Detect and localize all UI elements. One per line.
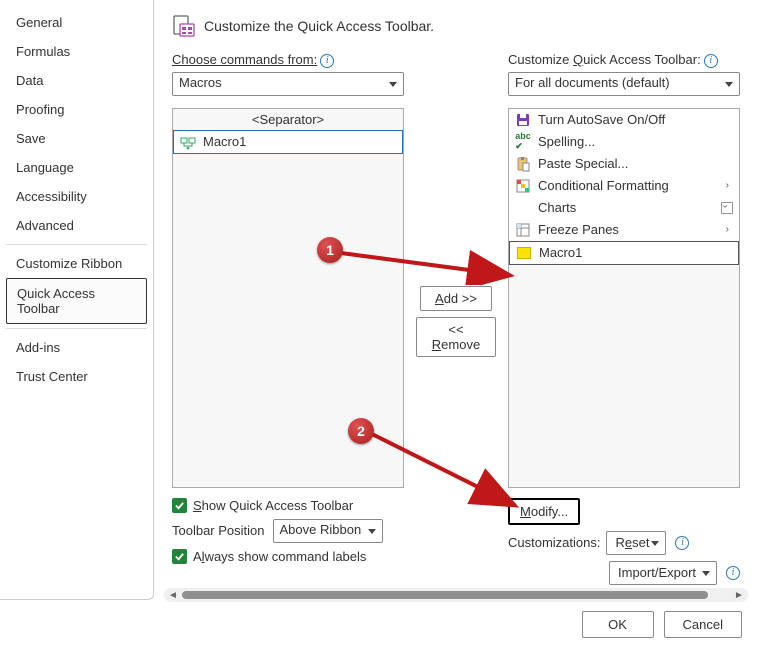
- always-show-label: Always show command labels: [193, 549, 366, 564]
- scroll-thumb[interactable]: [182, 591, 708, 599]
- sidebar-item-trust-center[interactable]: Trust Center: [6, 362, 147, 391]
- conditional-formatting-icon: [515, 178, 531, 194]
- import-export-dropdown[interactable]: Import/Export: [609, 561, 717, 585]
- divider: [6, 328, 147, 329]
- cancel-button[interactable]: Cancel: [664, 611, 742, 638]
- customize-qat-dropdown[interactable]: For all documents (default): [508, 72, 740, 96]
- toolbar-position-label: Toolbar Position: [172, 523, 265, 538]
- sidebar-item-save[interactable]: Save: [6, 124, 147, 153]
- sidebar-item-qat[interactable]: Quick Access Toolbar: [6, 278, 147, 324]
- main-panel: Customize the Quick Access Toolbar. Choo…: [154, 0, 758, 600]
- sidebar-item-formulas[interactable]: Formulas: [6, 37, 147, 66]
- info-icon[interactable]: i: [320, 54, 334, 68]
- info-icon[interactable]: i: [726, 566, 740, 580]
- reset-dropdown[interactable]: Reset: [606, 531, 666, 555]
- autosave-icon: [515, 112, 531, 128]
- choose-commands-dropdown[interactable]: Macros: [172, 72, 404, 96]
- sidebar: General Formulas Data Proofing Save Lang…: [0, 0, 154, 600]
- list-item[interactable]: Conditional Formatting ›: [509, 175, 739, 197]
- list-item[interactable]: Paste Special...: [509, 153, 739, 175]
- dialog-footer: OK Cancel: [582, 611, 742, 638]
- sidebar-item-language[interactable]: Language: [6, 153, 147, 182]
- blank-icon: [515, 200, 531, 216]
- sidebar-item-accessibility[interactable]: Accessibility: [6, 182, 147, 211]
- macro-icon: [180, 134, 196, 150]
- macro-yellow-icon: [516, 245, 532, 261]
- ok-button[interactable]: OK: [582, 611, 654, 638]
- paste-icon: [515, 156, 531, 172]
- chevron-right-icon: ›: [726, 180, 733, 191]
- spelling-icon: abc✔: [515, 134, 531, 150]
- sidebar-item-general[interactable]: General: [6, 8, 147, 37]
- sidebar-item-proofing[interactable]: Proofing: [6, 95, 147, 124]
- toolbar-position-dropdown[interactable]: Above Ribbon: [273, 519, 383, 543]
- qat-header-icon: [172, 14, 196, 38]
- sidebar-item-advanced[interactable]: Advanced: [6, 211, 147, 240]
- sidebar-item-data[interactable]: Data: [6, 66, 147, 95]
- list-item-macro1[interactable]: Macro1: [173, 130, 403, 154]
- list-item-macro1-right[interactable]: Macro1: [509, 241, 739, 265]
- chevron-right-icon: ›: [726, 224, 733, 235]
- add-button[interactable]: Add >>: [420, 286, 492, 311]
- info-icon[interactable]: i: [704, 54, 718, 68]
- always-show-checkbox[interactable]: [172, 549, 187, 564]
- horizontal-scrollbar[interactable]: ◄ ►: [164, 588, 748, 602]
- list-item[interactable]: Charts: [509, 197, 739, 219]
- sidebar-item-addins[interactable]: Add-ins: [6, 333, 147, 362]
- list-item[interactable]: abc✔ Spelling...: [509, 131, 739, 153]
- info-icon[interactable]: i: [675, 536, 689, 550]
- page-title: Customize the Quick Access Toolbar.: [204, 18, 434, 34]
- remove-button[interactable]: << Remove: [416, 317, 496, 357]
- sidebar-item-customize-ribbon[interactable]: Customize Ribbon: [6, 249, 147, 278]
- dropdown-box-icon: [721, 202, 733, 214]
- divider: [6, 244, 147, 245]
- qat-listbox[interactable]: Turn AutoSave On/Off abc✔ Spelling... Pa…: [508, 108, 740, 488]
- callout-2: 2: [348, 418, 374, 444]
- show-qat-label: Show Quick Access Toolbar: [193, 498, 353, 513]
- freeze-panes-icon: [515, 222, 531, 238]
- list-item[interactable]: Freeze Panes ›: [509, 219, 739, 241]
- customizations-label: Customizations:: [508, 535, 600, 550]
- list-item-separator[interactable]: <Separator>: [173, 109, 403, 130]
- customize-qat-label: Customize Quick Access Toolbar:i: [508, 52, 740, 68]
- scroll-left-arrow[interactable]: ◄: [166, 590, 180, 601]
- list-item[interactable]: Turn AutoSave On/Off: [509, 109, 739, 131]
- show-qat-checkbox[interactable]: [172, 498, 187, 513]
- scroll-right-arrow[interactable]: ►: [732, 590, 746, 601]
- choose-commands-label: Choose commands from:i: [172, 52, 404, 68]
- modify-button[interactable]: Modify...: [508, 498, 580, 525]
- callout-1: 1: [317, 237, 343, 263]
